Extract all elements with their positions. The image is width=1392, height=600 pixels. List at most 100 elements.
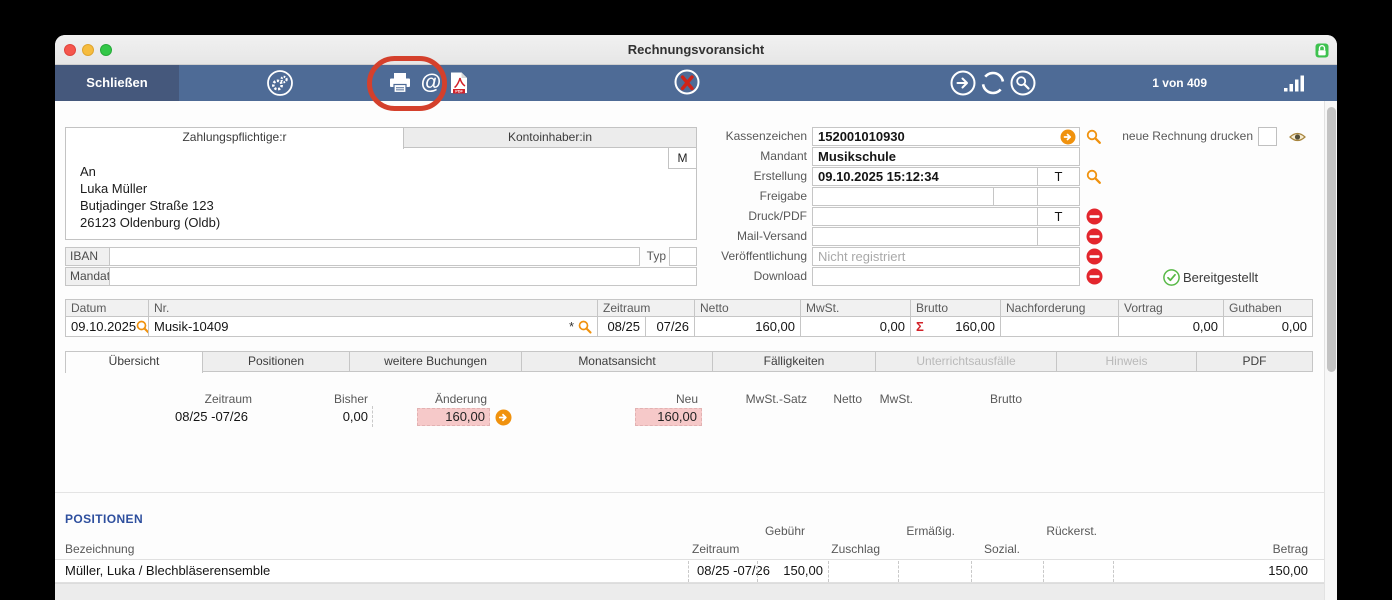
erstellung-value: 09.10.2025 15:12:34	[818, 169, 939, 184]
divider-dashed	[1113, 561, 1114, 582]
cancel-stop-icon[interactable]	[671, 67, 703, 99]
print-icon[interactable]	[387, 72, 413, 95]
iban-label: IBAN	[65, 247, 110, 266]
summary-header-guthaben: Guthaben	[1223, 299, 1313, 317]
mandat-field[interactable]	[109, 267, 697, 286]
m-button[interactable]: M	[668, 147, 697, 169]
download-field[interactable]	[812, 267, 1080, 286]
kassenzeichen-go-arrow-icon[interactable]	[1060, 129, 1076, 145]
pos-header-betrag: Betrag	[1208, 542, 1308, 556]
kassenzeichen-label: Kassenzeichen	[627, 127, 807, 146]
tab-zahlungspflichtiger[interactable]: Zahlungspflichtige:r	[65, 127, 404, 149]
tab-positionen[interactable]: Positionen	[202, 351, 350, 372]
scrollbar-thumb[interactable]	[1327, 107, 1336, 372]
erstellung-field[interactable]: 09.10.2025 15:12:34	[812, 167, 1038, 186]
download-remove-icon[interactable]	[1086, 268, 1103, 285]
summary-vortrag-value: 0,00	[1118, 316, 1224, 337]
erstellung-t-button[interactable]: T	[1037, 167, 1080, 186]
search-icon[interactable]	[1009, 69, 1037, 97]
mandat-label: Mandat	[65, 267, 110, 286]
freigabe-field[interactable]	[812, 187, 994, 206]
summary-brutto-value: 160,00	[955, 317, 995, 336]
tab-faelligkeiten[interactable]: Fälligkeiten	[712, 351, 876, 372]
positionen-title: POSITIONEN	[65, 512, 143, 526]
pdf-icon[interactable]: PDF	[449, 71, 469, 95]
freigabe-label: Freigabe	[627, 187, 807, 206]
iban-field[interactable]	[109, 247, 640, 266]
divider-dashed	[971, 561, 972, 582]
mandant-field[interactable]: Musikschule	[812, 147, 1080, 166]
signal-bars-icon[interactable]	[1284, 74, 1306, 92]
divider-dashed	[372, 406, 373, 427]
tab-pdf[interactable]: PDF	[1196, 351, 1313, 372]
settings-gear-icon[interactable]	[265, 68, 295, 98]
sum-sigma-icon[interactable]: Σ	[916, 317, 924, 336]
go-next-arrow-icon[interactable]	[949, 69, 977, 97]
mail-versand-label: Mail-Versand	[627, 227, 807, 246]
druck-pdf-label: Druck/PDF	[627, 207, 807, 226]
summary-header-vortrag: Vortrag	[1118, 299, 1224, 317]
pos-header-sozial: Sozial.	[920, 542, 1020, 556]
summary-datum-value: 09.10.2025	[71, 317, 136, 336]
provided-check-icon	[1163, 269, 1180, 286]
print-new-invoice-checkbox[interactable]	[1258, 127, 1277, 146]
summary-nachforderung-value	[1000, 316, 1119, 337]
tab-uebersicht[interactable]: Übersicht	[65, 351, 203, 373]
kassenzeichen-field[interactable]: 152001010930	[812, 127, 1080, 146]
pos-header-rueckerst: Rückerst.	[997, 524, 1097, 538]
druck-pdf-t-button[interactable]: T	[1037, 207, 1080, 226]
preview-eye-icon[interactable]	[1289, 131, 1306, 143]
address-line: Butjadinger Straße 123	[80, 197, 220, 214]
uebersicht-zeitraum-value: 08/25 -07/26	[148, 408, 248, 426]
uebersicht-aenderung-value: 160,00	[417, 408, 490, 426]
toolbar: Schließen @ PDF	[55, 65, 1337, 101]
veroeffentlichung-field[interactable]: Nicht registriert	[812, 247, 1080, 266]
email-at-icon[interactable]: @	[421, 65, 441, 101]
freigabe-field-2[interactable]	[993, 187, 1038, 206]
druck-pdf-field[interactable]	[812, 207, 1038, 226]
recipient-address: An Luka Müller Butjadinger Straße 123 26…	[80, 163, 220, 231]
pos-header-zuschlag: Zuschlag	[780, 542, 880, 556]
pos-header-ermaessig: Ermäßig.	[855, 524, 955, 538]
address-line: 26123 Oldenburg (Oldb)	[80, 214, 220, 231]
divider-dashed	[898, 561, 899, 582]
summary-datum-field[interactable]: 09.10.2025	[65, 316, 149, 337]
refresh-icon[interactable]	[979, 69, 1007, 97]
erstellung-search-icon[interactable]	[1086, 169, 1102, 185]
uebersicht-header-zeitraum: Zeitraum	[152, 392, 252, 406]
pdf-icon-label: PDF	[455, 90, 463, 94]
apply-change-arrow-icon[interactable]	[495, 409, 512, 426]
summary-zeitraum-from[interactable]: 08/25	[597, 316, 646, 337]
position-row[interactable]: Müller, Luka / Blechbläserensemble 08/25…	[55, 559, 1324, 583]
tab-monatsansicht[interactable]: Monatsansicht	[521, 351, 713, 372]
summary-header-datum: Datum	[65, 299, 149, 317]
summary-nr-field[interactable]: Musik-10409 *	[148, 316, 598, 337]
address-line: An	[80, 163, 220, 180]
nr-search-icon[interactable]	[578, 320, 592, 334]
tab-weitere-buchungen[interactable]: weitere Buchungen	[349, 351, 522, 372]
provided-status-label: Bereitgestellt	[1183, 269, 1258, 286]
tab-hinweis: Hinweis	[1056, 351, 1197, 372]
summary-zeitraum-to[interactable]: 07/26	[645, 316, 695, 337]
address-line: Luka Müller	[80, 180, 220, 197]
pos-bezeichnung-value: Müller, Luka / Blechbläserensemble	[65, 560, 270, 582]
mandant-value: Musikschule	[818, 149, 896, 164]
download-label: Download	[627, 267, 807, 286]
bottom-strip	[55, 583, 1324, 600]
lock-icon	[1315, 43, 1329, 63]
summary-header-nachforderung: Nachforderung	[1000, 299, 1119, 317]
summary-header-zeitraum: Zeitraum	[597, 299, 695, 317]
druck-pdf-remove-icon[interactable]	[1086, 208, 1103, 225]
mail-versand-field-2[interactable]	[1037, 227, 1080, 246]
uebersicht-bisher-value: 0,00	[288, 408, 368, 426]
close-button[interactable]: Schließen	[55, 65, 179, 101]
mail-versand-remove-icon[interactable]	[1086, 228, 1103, 245]
section-divider	[55, 492, 1324, 493]
freigabe-field-3[interactable]	[1037, 187, 1080, 206]
mail-versand-field[interactable]	[812, 227, 1038, 246]
uebersicht-header-aenderung: Änderung	[387, 392, 487, 406]
summary-header-nr: Nr.	[148, 299, 598, 317]
app-window: Rechnungsvoransicht Schließen	[55, 35, 1337, 600]
veroeffentlichung-remove-icon[interactable]	[1086, 248, 1103, 265]
scrollbar-track[interactable]	[1324, 101, 1337, 600]
